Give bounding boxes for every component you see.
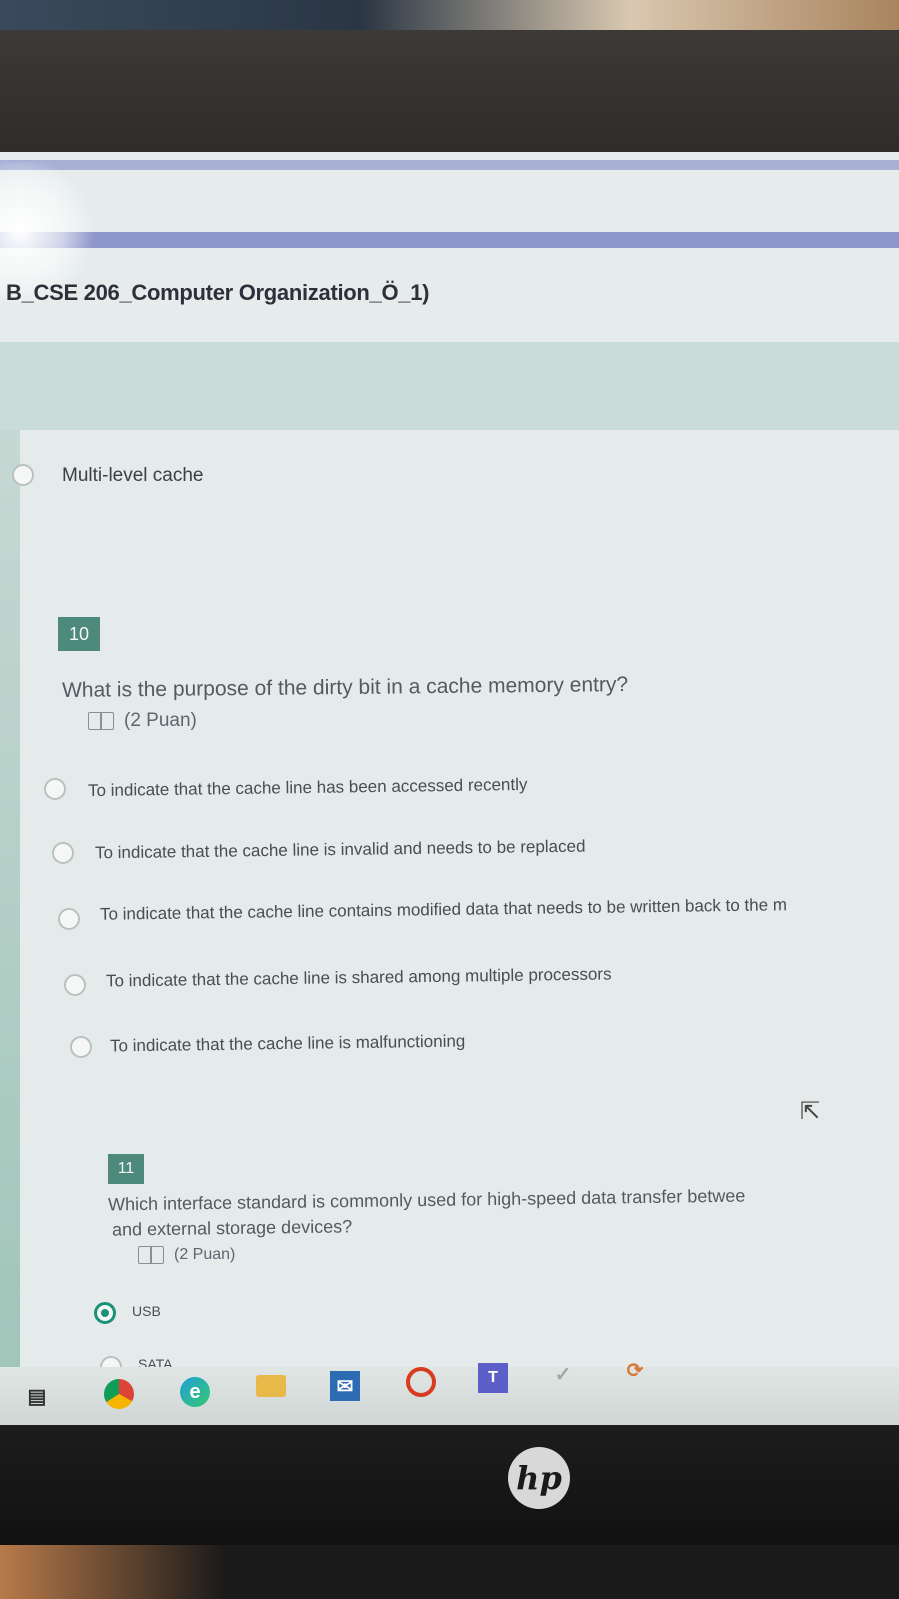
question-text-line2: and external storage devices?: [111, 1216, 353, 1240]
monitor-bezel-top: [0, 30, 899, 152]
header-stripe: [0, 232, 899, 248]
teams-icon[interactable]: T: [478, 1363, 508, 1393]
form-content: [0, 430, 899, 1427]
desk-background-bottom: [0, 1545, 899, 1599]
monitor-bezel-bottom: [0, 1425, 899, 1545]
question-number: 11: [108, 1154, 144, 1184]
task-view-icon[interactable]: ▤: [22, 1381, 52, 1411]
radio-option-4[interactable]: [64, 974, 86, 996]
taskbar: ▤ e ✉ T ✓ ⟳: [0, 1360, 899, 1427]
header-stripe-top: [0, 160, 899, 170]
mouse-cursor-icon: ⇱: [800, 1098, 821, 1125]
chrome-icon[interactable]: [104, 1379, 134, 1409]
hp-logo: hp: [508, 1447, 570, 1509]
app-icon-2[interactable]: ⟳: [620, 1355, 650, 1385]
office-icon[interactable]: [406, 1367, 436, 1397]
immersive-reader-icon[interactable]: [138, 1246, 164, 1264]
immersive-reader-icon[interactable]: [88, 711, 114, 730]
option-label: USB: [132, 1303, 161, 1319]
radio-option-3[interactable]: [58, 908, 80, 930]
question-number: 10: [58, 617, 100, 651]
form-header-band: [0, 342, 899, 430]
radio-option-1[interactable]: [44, 778, 66, 800]
question-points: (2 Puan): [138, 1246, 235, 1264]
radio-usb-selected[interactable]: [94, 1302, 116, 1324]
option-label: Multi-level cache: [62, 465, 204, 486]
edge-icon[interactable]: e: [180, 1377, 210, 1407]
mail-icon[interactable]: ✉: [330, 1371, 360, 1401]
form-left-edge: [0, 430, 20, 1427]
screen: B_CSE 206_Computer Organization_Ö_1) Mul…: [0, 152, 899, 1427]
points-label: (2 Puan): [174, 1246, 236, 1264]
radio-option-2[interactable]: [52, 842, 74, 864]
radio-option-5[interactable]: [70, 1036, 92, 1058]
page-title: B_CSE 206_Computer Organization_Ö_1): [6, 280, 430, 305]
question-points: (2 Puan): [88, 710, 197, 732]
app-icon[interactable]: ✓: [548, 1359, 578, 1389]
radio-multi-level-cache[interactable]: [12, 464, 34, 486]
desk-background-top: [0, 0, 899, 30]
points-label: (2 Puan): [124, 710, 197, 731]
file-explorer-icon[interactable]: [256, 1375, 286, 1397]
